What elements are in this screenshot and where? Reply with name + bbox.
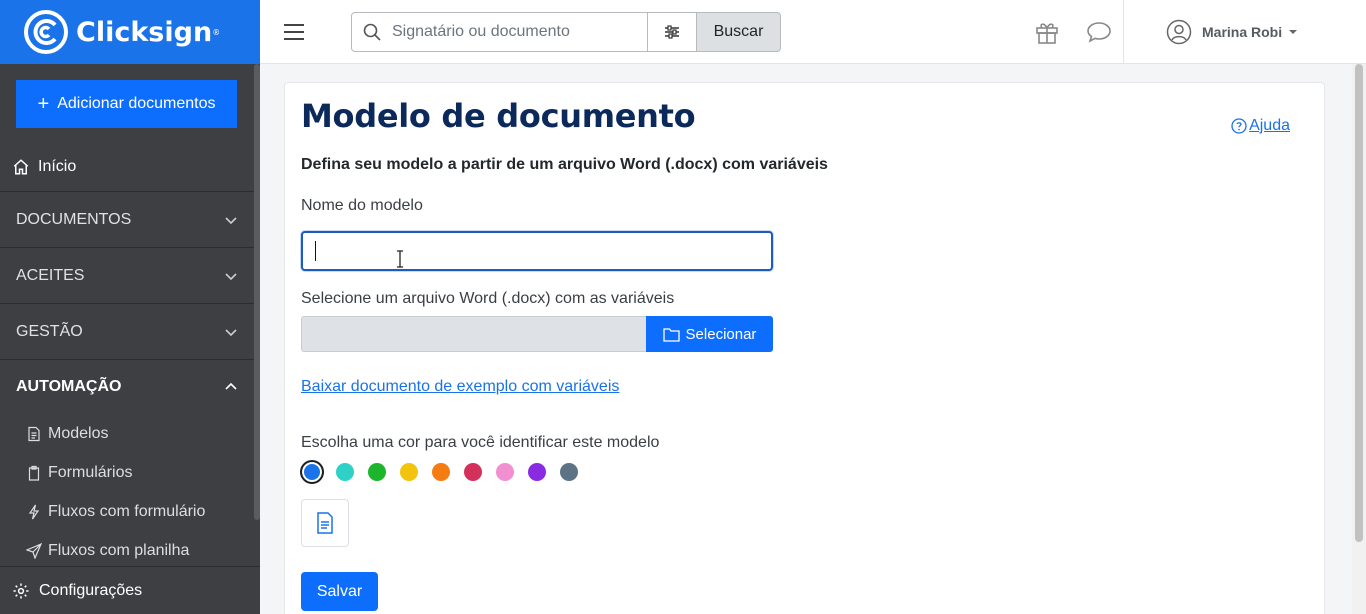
brand-logo[interactable]: Clicksign ® <box>0 0 260 64</box>
select-file-button[interactable]: Selecionar <box>646 316 773 352</box>
sidebar-section-automacao[interactable]: AUTOMAÇÃO <box>0 359 254 415</box>
gift-icon[interactable] <box>1034 19 1060 45</box>
color-swatch[interactable] <box>368 463 386 481</box>
sidebar-item-label: Modelos <box>48 424 109 442</box>
sidebar-item-formularios[interactable]: Formulários <box>0 453 254 492</box>
document-icon <box>28 426 40 441</box>
color-swatch[interactable] <box>432 463 450 481</box>
question-circle-icon <box>1231 118 1247 134</box>
sidebar-item-label: Fluxos com planilha <box>48 541 190 559</box>
chevron-down-icon <box>225 328 237 336</box>
sidebar-section-label: AUTOMAÇÃO <box>16 378 122 395</box>
file-select-label: Selecione um arquivo Word (.docx) com as… <box>301 290 675 307</box>
template-preview <box>301 499 349 547</box>
template-name-label: Nome do modelo <box>301 197 423 214</box>
help-link[interactable]: Ajuda <box>1231 117 1290 135</box>
sidebar-section-documentos[interactable]: DOCUMENTOS <box>0 192 254 248</box>
gear-icon <box>13 583 29 598</box>
page-title: Modelo de documento <box>301 97 696 135</box>
clicksign-logo-icon <box>24 10 68 54</box>
hamburger-menu-icon[interactable] <box>282 20 306 44</box>
folder-icon <box>662 327 680 342</box>
plus-icon: + <box>37 92 50 115</box>
template-name-input[interactable] <box>301 231 773 271</box>
sidebar-item-label: Formulários <box>48 463 133 481</box>
select-file-label: Selecionar <box>685 325 757 343</box>
sidebar-scrollbar[interactable] <box>254 64 260 520</box>
sidebar-item-label: Fluxos com formulário <box>48 502 206 520</box>
search-button[interactable]: Buscar <box>697 12 781 52</box>
add-documents-button[interactable]: + Adicionar documentos <box>16 80 237 128</box>
color-swatch[interactable] <box>336 463 354 481</box>
home-icon <box>13 158 29 174</box>
text-cursor <box>315 241 316 261</box>
caret-down-icon <box>1289 30 1298 34</box>
document-icon <box>317 512 333 534</box>
sidebar-section-label: ACEITES <box>16 266 85 284</box>
color-swatch[interactable] <box>464 463 482 481</box>
save-button[interactable]: Salvar <box>301 572 378 611</box>
sidebar-section-label: GESTÃO <box>16 322 83 340</box>
sidebar-item-modelos[interactable]: Modelos <box>0 414 254 453</box>
page-scrollbar-thumb[interactable] <box>1355 64 1363 542</box>
chat-bubble-icon[interactable] <box>1086 20 1112 44</box>
brand-name: Clicksign <box>76 16 213 48</box>
color-swatch[interactable] <box>400 463 418 481</box>
top-bar: Buscar Marina Robi <box>260 0 1366 64</box>
sidebar-item-fluxos-planilha[interactable]: Fluxos com planilha <box>0 531 254 570</box>
download-example-link[interactable]: Baixar documento de exemplo com variávei… <box>301 378 619 396</box>
sidebar-item-fluxos-formulario[interactable]: Fluxos com formulário <box>0 492 254 531</box>
ibeam-cursor-icon <box>397 250 403 268</box>
sidebar-section-label: DOCUMENTOS <box>16 210 132 228</box>
page-scrollbar[interactable] <box>1352 64 1366 614</box>
form-subtitle: Defina seu modelo a partir de um arquivo… <box>301 156 828 173</box>
sidebar-item-home[interactable]: Início <box>0 142 254 192</box>
chevron-up-icon <box>225 382 237 390</box>
sidebar-section-aceites[interactable]: ACEITES <box>0 248 254 304</box>
color-swatch[interactable] <box>560 463 578 481</box>
user-name: Marina Robi <box>1202 24 1283 40</box>
color-swatch[interactable] <box>496 463 514 481</box>
template-form-card: Modelo de documento Ajuda Defina seu mod… <box>284 82 1325 614</box>
sidebar: Clicksign ® + Adicionar documentos Início… <box>0 0 260 614</box>
brand-registered-mark: ® <box>212 27 221 37</box>
help-link-label: Ajuda <box>1249 117 1290 134</box>
user-avatar-icon <box>1166 19 1192 45</box>
color-choice-label: Escolha uma cor para você identificar es… <box>301 434 660 451</box>
sidebar-item-configuracoes[interactable]: Configurações <box>0 566 260 614</box>
filter-button[interactable] <box>648 12 697 52</box>
sliders-icon <box>665 25 679 39</box>
topbar-divider <box>1123 0 1124 64</box>
chevron-down-icon <box>225 216 237 224</box>
clipboard-icon <box>28 465 40 481</box>
lightning-icon <box>28 504 40 519</box>
sidebar-section-gestao[interactable]: GESTÃO <box>0 304 254 360</box>
search-field <box>351 12 648 52</box>
color-swatch[interactable] <box>528 463 546 481</box>
search-input[interactable] <box>392 23 632 41</box>
sidebar-item-configuracoes-label: Configurações <box>39 581 143 599</box>
color-swatch-list <box>300 460 592 484</box>
add-documents-label: Adicionar documentos <box>57 95 216 112</box>
sidebar-item-home-label: Início <box>38 157 77 175</box>
color-swatch[interactable] <box>300 460 324 484</box>
search-icon <box>363 23 381 41</box>
user-menu[interactable]: Marina Robi <box>1166 18 1298 46</box>
send-icon <box>26 542 42 559</box>
file-name-field[interactable] <box>301 316 647 352</box>
chevron-down-icon <box>225 272 237 280</box>
